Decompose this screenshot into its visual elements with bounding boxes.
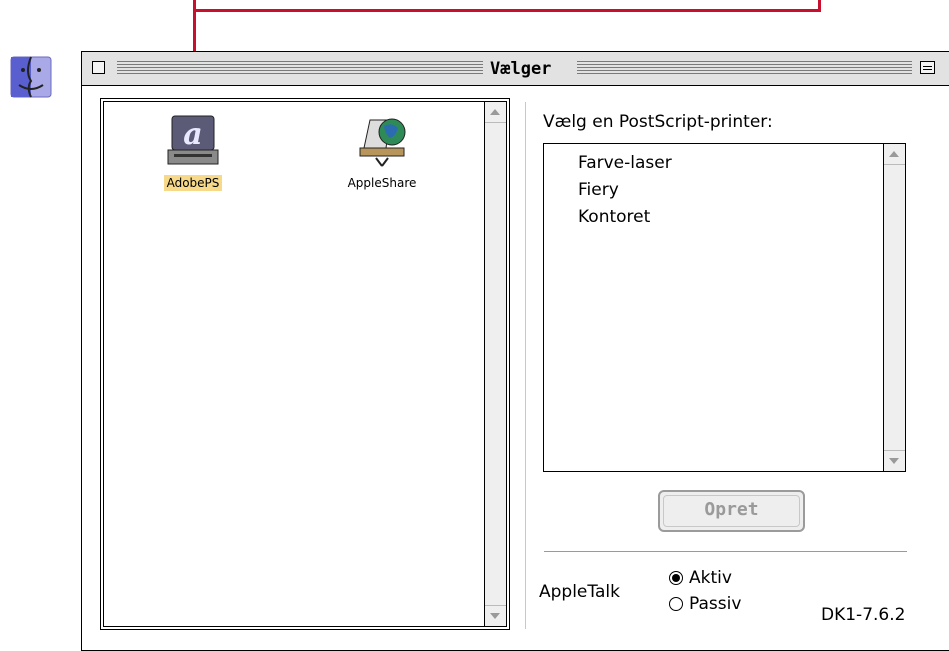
version-label: DK1-7.6.2 <box>821 605 906 625</box>
radio-selected-icon[interactable] <box>669 571 683 585</box>
driver-label: AdobePS <box>163 175 223 191</box>
printer-item[interactable]: Fiery <box>578 177 672 204</box>
driver-list[interactable]: a AdobePS AppleShare <box>100 98 510 630</box>
appletalk-divider <box>544 551 907 552</box>
radio-label-passive: Passiv <box>689 594 742 614</box>
driver-item-appleshare[interactable]: AppleShare <box>332 114 432 191</box>
printer-item[interactable]: Farve-laser <box>578 150 672 177</box>
driver-item-adobeps[interactable]: a AdobePS <box>148 114 238 191</box>
chooser-window: Vælger a AdobePS AppleShare Vælg en Post… <box>81 51 949 651</box>
radio-label-active: Aktiv <box>689 568 732 588</box>
appletalk-active-radio[interactable]: Aktiv <box>669 568 732 588</box>
window-title: Vælger <box>484 59 558 79</box>
driver-label: AppleShare <box>347 176 417 190</box>
title-bar[interactable]: Vælger <box>82 52 949 86</box>
appletalk-passive-radio[interactable]: Passiv <box>669 594 741 614</box>
title-stripes-right <box>577 60 912 74</box>
appletalk-label: AppleTalk <box>539 582 620 602</box>
radio-unselected-icon[interactable] <box>669 597 683 611</box>
callout-bracket <box>193 0 821 12</box>
title-stripes-left <box>117 60 483 74</box>
driver-list-scrollbar[interactable] <box>484 102 506 626</box>
scroll-up-arrow-icon[interactable] <box>485 102 506 123</box>
svg-text:a: a <box>183 117 202 152</box>
appleshare-icon <box>359 118 406 167</box>
printer-list-scrollbar[interactable] <box>883 144 905 471</box>
adobe-ps-printer-icon: a <box>167 115 219 165</box>
printer-list[interactable]: Farve-laser Fiery Kontoret <box>543 143 906 472</box>
finder-icon <box>9 55 53 99</box>
scroll-up-arrow-icon[interactable] <box>884 144 905 165</box>
printer-list-heading: Vælg en PostScript-printer: <box>543 112 773 132</box>
collapse-box[interactable] <box>920 61 935 74</box>
pane-divider <box>525 102 526 629</box>
create-button[interactable]: Opret <box>658 490 805 532</box>
close-box[interactable] <box>92 61 105 74</box>
scroll-down-arrow-icon[interactable] <box>485 605 506 626</box>
scroll-down-arrow-icon[interactable] <box>884 450 905 471</box>
printer-item[interactable]: Kontoret <box>578 204 672 231</box>
create-button-border <box>663 495 800 527</box>
